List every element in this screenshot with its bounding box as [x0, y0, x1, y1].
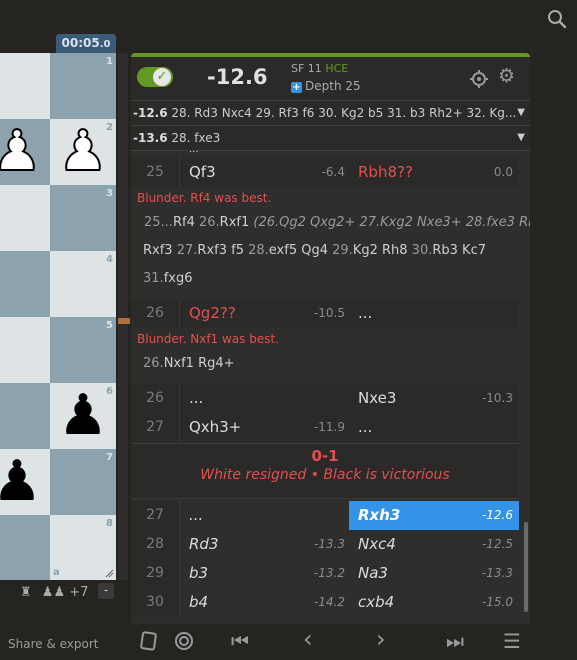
- move-row: 26 Qg2?? -10.5 ...: [131, 299, 519, 328]
- material-diff: ♜ ♟♟ +7: [20, 585, 88, 600]
- square[interactable]: [0, 383, 50, 449]
- move[interactable]: Rd3: [189, 530, 219, 559]
- engine-depth: + Depth 25: [291, 79, 361, 93]
- move[interactable]: Na3: [358, 559, 388, 588]
- move-row: 26 ... Nxe3 -10.3: [131, 384, 519, 413]
- file-label: a: [53, 567, 60, 578]
- move-selected[interactable]: Rxh3: [358, 501, 400, 530]
- first-move-icon[interactable]: ⏮: [231, 629, 249, 653]
- rank-label: 4: [106, 254, 113, 265]
- eval-gauge-marker: [118, 318, 130, 324]
- white-pawn-icon[interactable]: ♟: [50, 118, 116, 185]
- move-row: 25 Qf3 -6.4 Rbh8?? 0.0: [131, 158, 519, 187]
- scrollbar[interactable]: [524, 522, 528, 612]
- move-row: 30 b4 -14.2 cxb4 -15.0: [131, 588, 519, 617]
- clock-tenths: .0: [99, 39, 111, 50]
- move-row: 27 Qxh3+ -11.9 ...: [131, 413, 519, 442]
- pv-line-2[interactable]: -13.6 28. fxe3 ▼: [131, 126, 530, 151]
- square[interactable]: [0, 515, 50, 580]
- caret-down-icon[interactable]: ▼: [517, 126, 525, 150]
- black-pawn-icon[interactable]: ♟: [0, 449, 50, 515]
- game-result: 0-1 White resigned • Black is victorious: [131, 443, 519, 499]
- white-pawn-icon[interactable]: ♟: [0, 118, 50, 185]
- move[interactable]: Nxe3: [358, 384, 396, 413]
- variation-line[interactable]: 25...Rf4 26.Rxf1 (26.Qg2 Qxg2+ 27.Kxg2 N…: [144, 215, 530, 230]
- previous-move-icon[interactable]: ‹: [303, 625, 313, 653]
- move-row: 28 Rd3 -13.3 Nxc4 -12.5: [131, 530, 519, 559]
- move-list: ... 25 Qf3 -6.4 Rbh8?? 0.0 Blunder. Rf4 …: [131, 151, 530, 621]
- move[interactable]: ...: [189, 384, 203, 413]
- result-score: 0-1: [311, 447, 339, 465]
- target-icon[interactable]: [174, 631, 194, 651]
- rank-label: 1: [106, 56, 113, 67]
- move-row: 27 ... Rxh3 -12.6: [131, 501, 519, 530]
- clock-time: 00:05: [61, 36, 100, 50]
- move[interactable]: Rbh8??: [358, 158, 413, 187]
- next-move-icon[interactable]: ›: [376, 625, 386, 653]
- square[interactable]: [0, 185, 50, 251]
- check-icon: ✓: [153, 68, 171, 86]
- player-clock: 00:05.0: [56, 34, 116, 53]
- search-icon[interactable]: [546, 8, 568, 30]
- analysis-panel: ✓ -12.6 SF 11 HCE + Depth 25 ⚙ -12.6 28. …: [131, 53, 530, 624]
- move[interactable]: ...: [358, 299, 372, 328]
- variation-line[interactable]: Rxf3 27.Rxf3 f5 28.exf5 Qg4 29.Kg2 Rh8 3…: [143, 243, 486, 258]
- engine-eval: -12.6: [207, 65, 268, 89]
- crosshair-icon[interactable]: [470, 70, 488, 88]
- move[interactable]: b4: [189, 588, 208, 617]
- chess-board[interactable]: 1 2 3 4 5 6 7 8 a ♟ ♟ ♟ ♟: [0, 53, 116, 580]
- share-export-link[interactable]: Share & export: [8, 637, 99, 651]
- analysis-controls: ⏮ ‹ › ⏭ ☰: [131, 623, 530, 660]
- square[interactable]: [0, 53, 50, 119]
- blunder-comment: Blunder. Rf4 was best.: [137, 191, 272, 205]
- move[interactable]: Qg2??: [189, 299, 236, 328]
- board-separator: [118, 53, 128, 580]
- engine-toggle[interactable]: ✓: [137, 67, 173, 87]
- move[interactable]: ...: [189, 501, 203, 530]
- rank-label: 8: [106, 518, 113, 529]
- rank-label: 3: [106, 188, 113, 199]
- blunder-comment: Blunder. Nxf1 was best.: [137, 332, 279, 346]
- book-icon[interactable]: [139, 631, 159, 651]
- rank-label: 7: [106, 452, 113, 463]
- pawns-icon: ♟♟: [41, 585, 66, 600]
- rank-label: 5: [106, 320, 113, 331]
- move[interactable]: Nxc4: [358, 530, 396, 559]
- variation-line[interactable]: 31.fxg6: [143, 271, 192, 286]
- move-row: 29 b3 -13.2 Na3 -13.3: [131, 559, 519, 588]
- move-row-partial: ...: [131, 151, 519, 157]
- pv-line-1[interactable]: -12.6 28. Rd3 Nxc4 29. Rf3 f6 30. Kg2 b5…: [131, 101, 530, 126]
- engine-name: SF 11 HCE: [291, 62, 349, 75]
- menu-icon[interactable]: ☰: [503, 629, 521, 653]
- engine-header: ✓ -12.6 SF 11 HCE + Depth 25 ⚙: [131, 57, 530, 101]
- black-pawn-icon[interactable]: ♟: [50, 383, 116, 449]
- last-move-icon[interactable]: ⏭: [446, 629, 464, 653]
- move[interactable]: Qxh3+: [189, 413, 241, 442]
- move[interactable]: cxb4: [358, 588, 394, 617]
- gear-icon[interactable]: ⚙: [498, 65, 515, 87]
- result-text: White resigned • Black is victorious: [200, 467, 450, 483]
- material-score: +7: [69, 585, 89, 600]
- caret-down-icon[interactable]: ▼: [517, 101, 525, 125]
- variation-line[interactable]: 26.Nxf1 Rg4+: [143, 356, 235, 371]
- resize-grip-icon[interactable]: [104, 568, 114, 578]
- move[interactable]: Qf3: [189, 158, 216, 187]
- move[interactable]: ...: [358, 413, 372, 442]
- collapse-button[interactable]: -: [98, 583, 114, 599]
- square[interactable]: [0, 317, 50, 383]
- plus-icon[interactable]: +: [291, 82, 302, 93]
- rook-icon: ♜: [20, 585, 32, 600]
- move[interactable]: b3: [189, 559, 208, 588]
- square[interactable]: [0, 251, 50, 317]
